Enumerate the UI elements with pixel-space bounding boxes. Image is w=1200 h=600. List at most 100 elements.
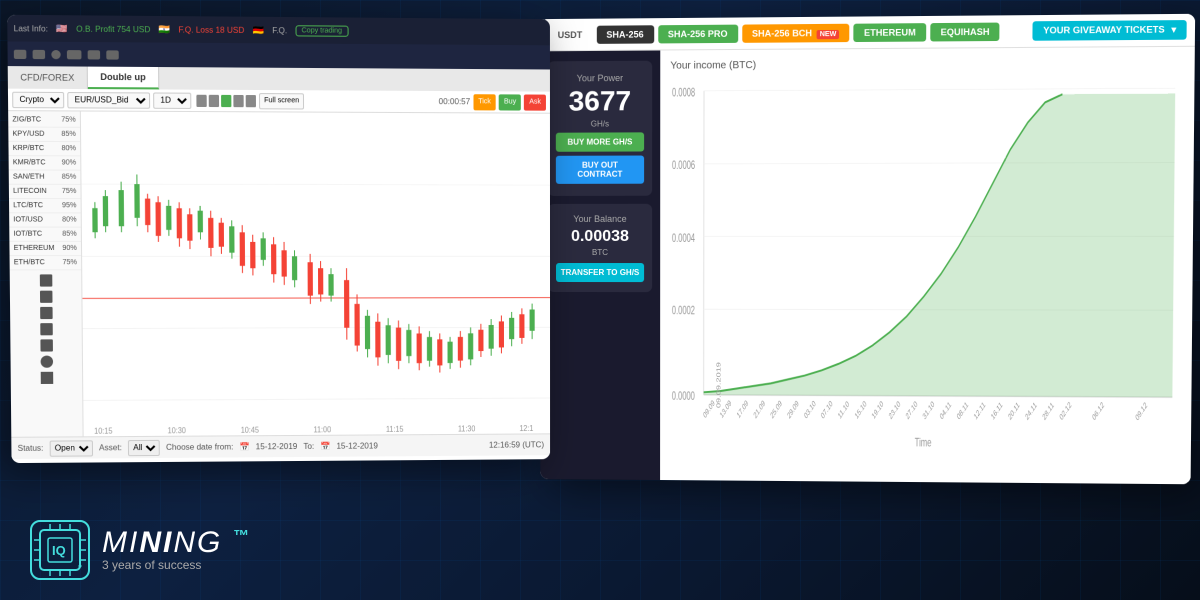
tab-sha256[interactable]: SHA-256	[596, 25, 653, 44]
trader3-flag: 🇩🇪	[252, 24, 264, 35]
tab-equihash[interactable]: EQUIHASH	[930, 22, 1000, 41]
svg-text:31.10: 31.10	[922, 400, 936, 422]
buy-out-contract-button[interactable]: BUY OUT CONTRACT	[556, 156, 644, 184]
nav-icon-5[interactable]	[88, 50, 101, 59]
sidebar-tool-3[interactable]	[40, 307, 53, 319]
svg-text:0.0006: 0.0006	[672, 160, 696, 173]
calendar-icon-2[interactable]: 📅	[320, 442, 330, 451]
fullscreen-button[interactable]: Full screen	[259, 93, 304, 109]
asset-type-select[interactable]: Crypto	[12, 91, 64, 108]
list-item[interactable]: KPY/USD85%	[8, 128, 80, 143]
trading-toolbar: Crypto EUR/USD_Bid 1D Full screen 00:00:…	[8, 89, 550, 114]
svg-text:21.09: 21.09	[752, 399, 766, 421]
chevron-down-icon: ▾	[1171, 24, 1176, 34]
trading-nav	[7, 41, 549, 69]
list-item[interactable]: ETH/BTC75%	[10, 256, 82, 270]
new-badge: NEW	[817, 29, 840, 38]
svg-text:11.10: 11.10	[837, 400, 851, 422]
sidebar-tool-5[interactable]	[40, 339, 53, 351]
tab-cfd-forex[interactable]: CFD/FOREX	[8, 66, 88, 89]
list-item[interactable]: LITECOIN75%	[9, 185, 81, 199]
status-select[interactable]: Open	[50, 440, 93, 456]
iq-mining-logo-icon: IQ	[30, 520, 90, 580]
list-item[interactable]: IOT/USD80%	[9, 213, 81, 227]
tick-button[interactable]: Tick	[473, 94, 496, 110]
buy-more-ghs-button[interactable]: BUY MORE GH/S	[556, 132, 644, 151]
nav-icon-4[interactable]	[67, 50, 82, 59]
balance-unit: BTC	[556, 248, 644, 257]
svg-text:0.0000: 0.0000	[672, 390, 695, 403]
power-unit: GH/s	[556, 119, 644, 128]
svg-text:10:15: 10:15	[94, 426, 112, 436]
svg-text:IQ: IQ	[52, 543, 66, 558]
trading-sidebar: ZIG/BTC75% KPY/USD85% KRP/BTC80% KMR/BTC…	[8, 111, 83, 437]
svg-text:12:1: 12:1	[519, 424, 533, 434]
logo-tagline: 3 years of success	[102, 558, 251, 572]
tab-usdt[interactable]: USDT	[548, 25, 593, 43]
balance-card: Your Balance 0.00038 BTC TRANSFER TO GH/…	[548, 204, 652, 292]
svg-text:17.09: 17.09	[736, 399, 750, 421]
svg-text:12.11: 12.11	[973, 400, 987, 422]
income-chart-section: Your income (BTC) 0.0008 0	[660, 47, 1195, 484]
pair-select[interactable]: EUR/USD_Bid	[67, 92, 150, 109]
ask-button[interactable]: Ask	[524, 94, 546, 110]
tab-sha256-pro[interactable]: SHA-256 PRO	[658, 24, 738, 43]
list-item[interactable]: LTC/BTC95%	[9, 199, 81, 213]
nav-icons	[14, 49, 119, 59]
svg-text:10:45: 10:45	[241, 425, 259, 435]
chart-icon-2[interactable]	[209, 94, 219, 106]
nav-icon-1[interactable]	[14, 49, 27, 58]
calendar-icon[interactable]: 📅	[239, 442, 249, 451]
svg-text:19.10: 19.10	[871, 399, 885, 421]
chart-icon-3[interactable]	[221, 94, 231, 106]
tab-double-up[interactable]: Double up	[88, 67, 160, 90]
svg-text:24.11: 24.11	[1024, 400, 1038, 422]
svg-text:11:00: 11:00	[313, 425, 331, 435]
transfer-button[interactable]: TRANSFER TO GH/S	[556, 263, 644, 282]
income-chart-svg: 0.0008 0.0006 0.0004 0.0002 0.0000 09.09…	[670, 75, 1184, 451]
svg-text:15.10: 15.10	[854, 399, 868, 421]
buy-button[interactable]: Buy	[499, 94, 521, 110]
candlesticks	[92, 174, 535, 374]
nav-icon-6[interactable]	[106, 50, 118, 59]
chart-area: 10:15 10:30 10:45 11:00 11:15 11:30 12:1	[81, 111, 550, 436]
trading-statusbar: Status: Open Asset: All Choose date from…	[11, 433, 550, 459]
list-item[interactable]: ZIG/BTC75%	[8, 113, 80, 128]
sidebar-tool-1[interactable]	[39, 274, 52, 286]
sidebar-tool-6[interactable]	[40, 356, 53, 368]
date-to-value: 15-12-2019	[336, 441, 377, 450]
svg-text:29.09: 29.09	[786, 399, 800, 421]
trademark-icon: ™	[233, 528, 251, 545]
tab-giveaway[interactable]: YOUR GIVEAWAY TICKETS ▾	[1033, 20, 1187, 41]
svg-text:08.11: 08.11	[956, 400, 970, 422]
svg-text:02.12: 02.12	[1058, 400, 1072, 422]
sidebar-tool-7[interactable]	[40, 372, 53, 384]
trader1-flag: 🇺🇸	[56, 23, 68, 34]
date-from-value: 15-12-2019	[256, 442, 298, 451]
bottom-logo: IQ MiNING ™ 3 years of success	[30, 520, 251, 580]
settings-icon[interactable]	[233, 94, 243, 106]
balance-label: Your Balance	[556, 214, 644, 224]
logo-text-group: MiNING ™ 3 years of success	[102, 528, 251, 572]
asset-select[interactable]: All	[128, 439, 160, 455]
chart-icon-1[interactable]	[196, 94, 206, 106]
interval-select[interactable]: 1D	[153, 92, 191, 108]
list-item[interactable]: SAN/ETH85%	[9, 170, 81, 184]
sidebar-tool-4[interactable]	[40, 323, 53, 335]
power-label: Your Power	[556, 73, 644, 84]
nav-icon-2[interactable]	[33, 49, 46, 58]
tab-ethereum[interactable]: ETHEREUM	[854, 23, 926, 42]
tab-sha256-bch[interactable]: SHA-256 BCH NEW	[742, 23, 850, 42]
countdown-timer: 00:00:57	[439, 97, 470, 106]
list-item[interactable]: IOT/BTC85%	[9, 228, 81, 242]
mining-tabs: USDT SHA-256 SHA-256 PRO SHA-256 BCH NEW…	[540, 14, 1196, 52]
logo-mining-text: MiNING ™	[102, 528, 251, 558]
list-item[interactable]: ETHEREUM90%	[9, 242, 81, 256]
list-item[interactable]: KRP/BTC80%	[8, 142, 80, 157]
power-card: Your Power 3677 GH/s BUY MORE GH/S BUY O…	[548, 61, 652, 196]
copy-trading-button[interactable]: Copy trading	[295, 25, 348, 37]
list-item[interactable]: KMR/BTC90%	[9, 156, 81, 170]
nav-icon-3[interactable]	[51, 49, 60, 58]
zoom-icon[interactable]	[246, 95, 256, 107]
sidebar-tool-2[interactable]	[39, 291, 52, 303]
